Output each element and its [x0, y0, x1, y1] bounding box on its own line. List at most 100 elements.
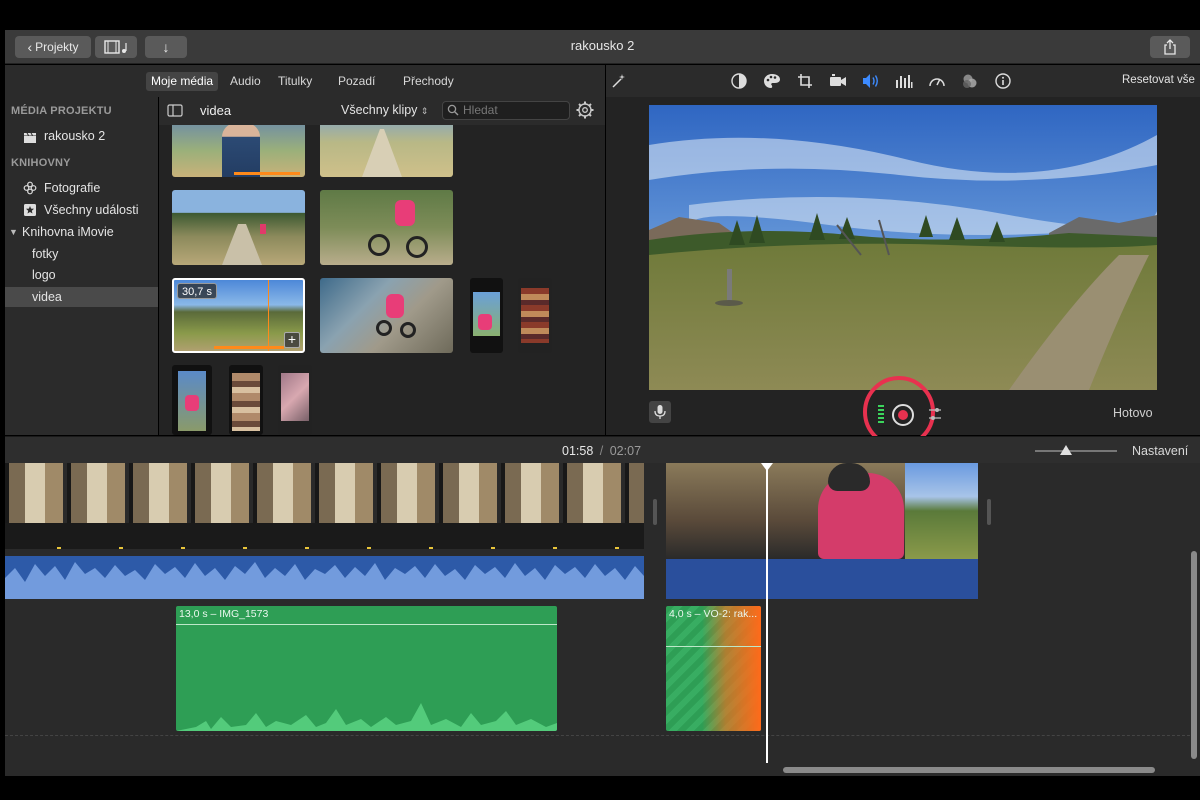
- rider-dot: [478, 314, 492, 330]
- browser-header: videa Všechny klipy ⇕ Hledat: [159, 97, 605, 125]
- gear-icon[interactable]: [576, 101, 594, 122]
- clip-thumbnail[interactable]: [172, 125, 305, 177]
- tab-my-media[interactable]: Moje média: [146, 72, 219, 91]
- phone-clip-thumbnail[interactable]: [278, 365, 312, 435]
- tab-audio[interactable]: Audio: [225, 72, 266, 91]
- zoom-slider-thumb[interactable]: [1060, 445, 1072, 455]
- phone-clip-thumbnail[interactable]: [518, 278, 552, 353]
- sidebar-item-photos[interactable]: Fotografie: [5, 178, 158, 198]
- clip-handle[interactable]: [987, 499, 991, 525]
- scenery-panel: [905, 463, 978, 559]
- audio-clip[interactable]: 13,0 s – IMG_1573: [176, 606, 557, 731]
- sidebar-toggle-icon[interactable]: [167, 104, 183, 120]
- audio-clip-label: 4,0 s – VO-2: rak...: [669, 608, 758, 620]
- bike-wheel: [368, 234, 390, 256]
- rider-jacket: [395, 200, 415, 226]
- rider-jacket: [386, 294, 404, 318]
- clip-thumbnail[interactable]: [320, 190, 453, 265]
- sidebar-item-imovie-library[interactable]: ▼ Knihovna iMovie: [5, 222, 158, 242]
- microphone-button[interactable]: [649, 401, 671, 423]
- volume-line: [176, 624, 557, 625]
- rider-dot: [260, 224, 266, 234]
- clip-filter-dropdown[interactable]: Všechny klipy ⇕: [341, 103, 428, 117]
- search-placeholder: Hledat: [463, 103, 498, 117]
- voiceover-clip[interactable]: 4,0 s – VO-2: rak...: [666, 606, 761, 731]
- clapperboard-icon: [23, 130, 37, 150]
- window-title: rakousko 2: [570, 38, 635, 53]
- sidebar-item-logo[interactable]: logo: [5, 265, 158, 285]
- duration-badge: 30,7 s: [177, 283, 217, 299]
- video-clip-filmstrip[interactable]: [5, 463, 644, 549]
- used-range-bar: [234, 172, 300, 175]
- equalizer-icon[interactable]: [895, 72, 913, 90]
- person-figure: [222, 125, 260, 177]
- vertical-scrollbar[interactable]: [1191, 551, 1197, 759]
- tab-titles[interactable]: Titulky: [273, 72, 317, 91]
- clip-thumbnail[interactable]: [320, 278, 453, 353]
- sidebar-item-label: fotky: [32, 247, 59, 261]
- volume-icon[interactable]: [862, 72, 880, 90]
- search-input[interactable]: Hledat: [442, 101, 570, 120]
- horizontal-scrollbar[interactable]: [783, 767, 1155, 773]
- bike-wheel: [406, 236, 428, 258]
- reset-all-button[interactable]: Resetovat vše: [1122, 74, 1195, 86]
- clip-thumbnail[interactable]: [172, 190, 305, 265]
- voiceover-options-icon[interactable]: [928, 406, 942, 425]
- path-shape: [362, 129, 402, 177]
- sidebar-item-label: Knihovna iMovie: [22, 225, 114, 239]
- sidebar-item-fotky[interactable]: fotky: [5, 244, 158, 264]
- share-button[interactable]: [1150, 36, 1190, 58]
- phone-clip-thumbnail[interactable]: [470, 278, 503, 353]
- sidebar-item-label: rakousko 2: [44, 129, 106, 143]
- playhead-handle[interactable]: [761, 463, 773, 471]
- photos-icon: [23, 181, 37, 201]
- add-clip-button[interactable]: +: [284, 332, 300, 348]
- video-clip[interactable]: [666, 463, 978, 559]
- track-separator: [5, 735, 1195, 736]
- magic-wand-icon[interactable]: [610, 72, 628, 90]
- phone-screen: [521, 288, 549, 343]
- tab-backgrounds[interactable]: Pozadí: [333, 72, 380, 91]
- crop-icon[interactable]: [796, 72, 814, 90]
- zoom-slider[interactable]: [1035, 445, 1117, 455]
- audio-clip-label: 13,0 s – IMG_1573: [179, 608, 269, 620]
- volume-line: [666, 646, 761, 647]
- done-button[interactable]: Hotovo: [1113, 406, 1153, 420]
- rider-dot: [185, 395, 199, 411]
- libraries-header: KNIHOVNY: [11, 157, 71, 169]
- speed-icon[interactable]: [928, 72, 946, 90]
- video-preview[interactable]: [649, 105, 1157, 390]
- sidebar-item-all-events[interactable]: Všechny události: [5, 200, 158, 220]
- clip-handle[interactable]: [653, 499, 657, 525]
- timecode: 01:58 / 02:07: [562, 444, 641, 458]
- clip-thumbnail[interactable]: [320, 125, 453, 177]
- skimmer-line: [268, 280, 269, 351]
- timeline-header: 01:58 / 02:07 Nastavení: [5, 436, 1200, 463]
- sidebar-item-label: Všechny události: [44, 203, 139, 217]
- recording-progress: [702, 606, 761, 731]
- phone-screen: [281, 373, 309, 421]
- phone-clip-thumbnail[interactable]: [172, 365, 212, 435]
- title-bar: ‹ Projekty ↓ rakousko 2: [5, 30, 1200, 64]
- libraries-sidebar: MÉDIA PROJEKTU rakousko 2 KNIHOVNY Fotog…: [5, 97, 158, 435]
- camera-stabilize-icon[interactable]: [829, 72, 847, 90]
- phone-clip-thumbnail[interactable]: [229, 365, 263, 435]
- color-palette-icon[interactable]: [763, 72, 781, 90]
- playhead[interactable]: [761, 463, 773, 763]
- sidebar-item-label: videa: [32, 290, 62, 304]
- disclosure-triangle-icon[interactable]: ▼: [9, 222, 18, 242]
- settings-button[interactable]: Nastavení: [1132, 444, 1188, 458]
- timeline: 13,0 s – IMG_1573 4,0 s – VO-2: rak...: [5, 463, 1200, 776]
- sidebar-item-videa[interactable]: videa: [5, 287, 158, 307]
- clip-audio-bar[interactable]: [666, 559, 978, 599]
- clip-audio-waveform[interactable]: [5, 556, 644, 599]
- color-balance-icon[interactable]: [730, 72, 748, 90]
- star-box-icon: [23, 203, 37, 223]
- chevron-updown-icon: ⇕: [420, 106, 429, 116]
- filter-icon[interactable]: [961, 72, 979, 90]
- selected-clip-thumbnail[interactable]: 30,7 s +: [172, 278, 305, 353]
- tab-transitions[interactable]: Přechody: [398, 72, 459, 91]
- info-icon[interactable]: [994, 72, 1012, 90]
- sidebar-item-project[interactable]: rakousko 2: [5, 126, 158, 146]
- phone-screen: [232, 373, 260, 431]
